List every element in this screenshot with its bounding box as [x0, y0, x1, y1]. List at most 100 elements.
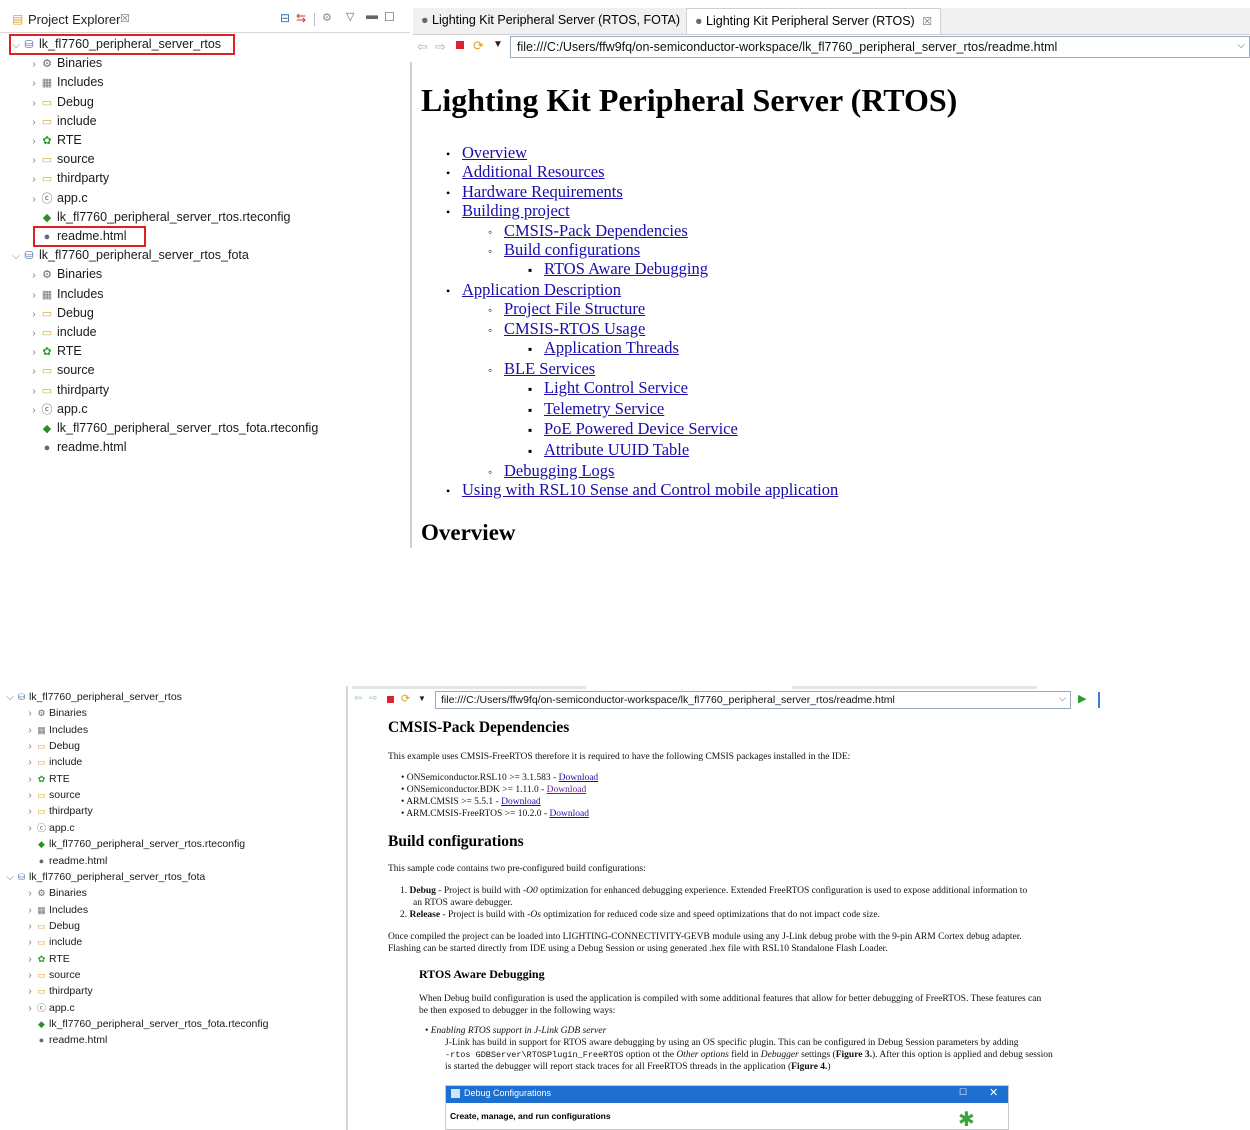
toc-link-text[interactable]: Light Control Service	[544, 378, 688, 397]
url-field[interactable]: file:///C:/Users/ffw9fq/on-semiconductor…	[435, 691, 1071, 709]
close-icon[interactable]: ✕	[989, 1086, 998, 1099]
tree-item[interactable]: › ▭ Debug	[28, 304, 94, 323]
toc-link[interactable]: • Application Description	[446, 280, 621, 301]
chevron-down-icon[interactable]: ⌵	[10, 247, 22, 266]
tree-item[interactable]: › ▭ Debug	[28, 93, 94, 112]
tree-item[interactable]: › ▭ thirdparty	[24, 803, 92, 819]
toc-link[interactable]: ▪ Telemetry Service	[528, 399, 664, 420]
tree-item[interactable]: › ⚙ Binaries	[24, 705, 87, 721]
chevron-right-icon[interactable]: ›	[28, 151, 40, 170]
tree-item[interactable]: › ▭ source	[28, 361, 94, 381]
chevron-right-icon[interactable]: ›	[28, 286, 40, 305]
chevron-right-icon[interactable]: ›	[24, 788, 36, 804]
close-icon[interactable]: ☒	[922, 16, 932, 28]
tree-item[interactable]: › ⓒ app.c	[28, 189, 87, 209]
chevron-right-icon[interactable]: ›	[28, 362, 40, 381]
download-link[interactable]: Download	[549, 809, 589, 819]
view-menu-icon[interactable]: ▽	[346, 10, 354, 23]
toc-link[interactable]: ▪ RTOS Aware Debugging	[528, 259, 708, 280]
chevron-right-icon[interactable]: ›	[24, 772, 36, 788]
toc-link[interactable]: ▪ PoE Powered Device Service	[528, 419, 738, 440]
toc-link[interactable]: • Building project	[446, 201, 570, 222]
toc-link-text[interactable]: Debugging Logs	[504, 461, 614, 480]
maximize-icon[interactable]: ☐	[959, 1087, 967, 1098]
toc-link-text[interactable]: Attribute UUID Table	[544, 440, 689, 459]
chevron-down-icon[interactable]: ⌵	[4, 870, 16, 886]
forward-icon[interactable]: ⇨	[435, 39, 446, 55]
tree-item[interactable]: › ▭ include	[24, 754, 82, 770]
refresh-icon[interactable]: ⟳	[473, 38, 484, 54]
toc-link-text[interactable]: Using with RSL10 Sense and Control mobil…	[462, 480, 838, 499]
chevron-right-icon[interactable]: ›	[28, 382, 40, 401]
toc-link[interactable]: • Using with RSL10 Sense and Control mobi…	[446, 480, 838, 501]
refresh-icon[interactable]: ⟳	[401, 692, 410, 705]
tree-item[interactable]: ◆ lk_fl7760_peripheral_server_rtos.rtecon…	[24, 836, 245, 852]
toc-link[interactable]: ◦ Debugging Logs	[488, 461, 614, 482]
tree-item[interactable]: › ⚙ Binaries	[28, 265, 102, 284]
toc-link-text[interactable]: Building project	[462, 201, 570, 220]
tree-item[interactable]: › ▦ Includes	[24, 902, 88, 918]
tree-item[interactable]: › ✿ RTE	[24, 771, 69, 788]
chevron-right-icon[interactable]: ›	[24, 739, 36, 755]
toc-link[interactable]: ◦ Project File Structure	[488, 299, 645, 320]
toc-link-text[interactable]: Hardware Requirements	[462, 182, 623, 201]
back-icon[interactable]: ⇦	[417, 39, 428, 55]
chevron-down-icon[interactable]: ⌵	[1059, 693, 1066, 704]
tab-rtos[interactable]: ● Lighting Kit Peripheral Server (RTOS) …	[686, 8, 942, 34]
tab-rtos-fota[interactable]: ● Lighting Kit Peripheral Server (RTOS, …	[413, 8, 689, 33]
toc-link[interactable]: ▪ Application Threads	[528, 338, 679, 359]
chevron-right-icon[interactable]: ›	[28, 132, 40, 151]
tree-item[interactable]: ◆ lk_fl7760_peripheral_server_rtos_fota.r…	[28, 419, 319, 438]
tree-item[interactable]: › ⚙ Binaries	[24, 885, 87, 901]
chevron-right-icon[interactable]: ›	[24, 821, 36, 837]
tree-item[interactable]: › ▭ thirdparty	[28, 169, 109, 188]
toc-link[interactable]: • Additional Resources	[446, 162, 605, 183]
tree-item[interactable]: › ▦ Includes	[24, 722, 88, 738]
chevron-right-icon[interactable]: ›	[24, 919, 36, 935]
chevron-right-icon[interactable]: ›	[24, 984, 36, 1000]
chevron-right-icon[interactable]: ›	[28, 94, 40, 113]
chevron-right-icon[interactable]: ›	[28, 324, 40, 343]
toc-link-text[interactable]: CMSIS-Pack Dependencies	[504, 221, 688, 240]
back-icon[interactable]: ⇦	[354, 693, 362, 704]
chevron-right-icon[interactable]: ›	[24, 935, 36, 951]
url-field[interactable]: file:///C:/Users/ffw9fq/on-semiconductor…	[510, 36, 1250, 58]
collapse-all-icon[interactable]: ⊟	[280, 11, 290, 25]
toc-link-text[interactable]: Overview	[462, 143, 527, 162]
toc-link-text[interactable]: Telemetry Service	[544, 399, 664, 418]
chevron-right-icon[interactable]: ›	[28, 343, 40, 362]
tree-item[interactable]: › ▭ source	[24, 787, 80, 804]
tree-item[interactable]: ● readme.html	[28, 438, 127, 457]
toc-link-text[interactable]: CMSIS-RTOS Usage	[504, 319, 645, 338]
stop-icon[interactable]	[456, 41, 464, 49]
tree-item[interactable]: › ▭ include	[28, 323, 96, 343]
toc-link[interactable]: ▪ Attribute UUID Table	[528, 440, 689, 461]
toc-link[interactable]: ◦ CMSIS-Pack Dependencies	[488, 221, 688, 242]
dropdown-icon[interactable]: ▼	[418, 694, 426, 703]
chevron-right-icon[interactable]: ›	[28, 170, 40, 189]
go-icon[interactable]: ▶	[1078, 692, 1086, 705]
chevron-down-icon[interactable]: ⌵	[1237, 40, 1245, 51]
toc-link-text[interactable]: Additional Resources	[462, 162, 605, 181]
chevron-right-icon[interactable]: ›	[28, 266, 40, 285]
tree-item[interactable]: ◆ lk_fl7760_peripheral_server_rtos.rtecon…	[28, 208, 291, 227]
chevron-right-icon[interactable]: ›	[24, 706, 36, 722]
tree-item[interactable]: › ▭ source	[24, 967, 80, 983]
chevron-right-icon[interactable]: ›	[24, 755, 36, 771]
chevron-right-icon[interactable]: ›	[24, 1001, 36, 1017]
chevron-right-icon[interactable]: ›	[24, 886, 36, 902]
tree-item[interactable]: › ⓒ app.c	[24, 1000, 74, 1017]
chevron-right-icon[interactable]: ›	[28, 190, 40, 209]
chevron-right-icon[interactable]: ›	[28, 55, 40, 74]
tree-item[interactable]: › ✿ RTE	[28, 342, 81, 362]
chevron-right-icon[interactable]: ›	[24, 952, 36, 968]
tree-item[interactable]: › ▭ include	[24, 934, 82, 950]
toc-link-text[interactable]: Application Description	[462, 280, 621, 299]
tree-item[interactable]: › ✿ RTE	[28, 131, 81, 151]
tree-item[interactable]: › ▭ Debug	[24, 738, 80, 754]
tree-item[interactable]: › ▭ thirdparty	[28, 381, 109, 400]
tree-item[interactable]: › ▭ Debug	[24, 918, 80, 934]
forward-icon[interactable]: ⇨	[369, 693, 377, 704]
toc-link[interactable]: • Overview	[446, 143, 527, 164]
tree-item[interactable]: › ▦ Includes	[28, 285, 103, 305]
